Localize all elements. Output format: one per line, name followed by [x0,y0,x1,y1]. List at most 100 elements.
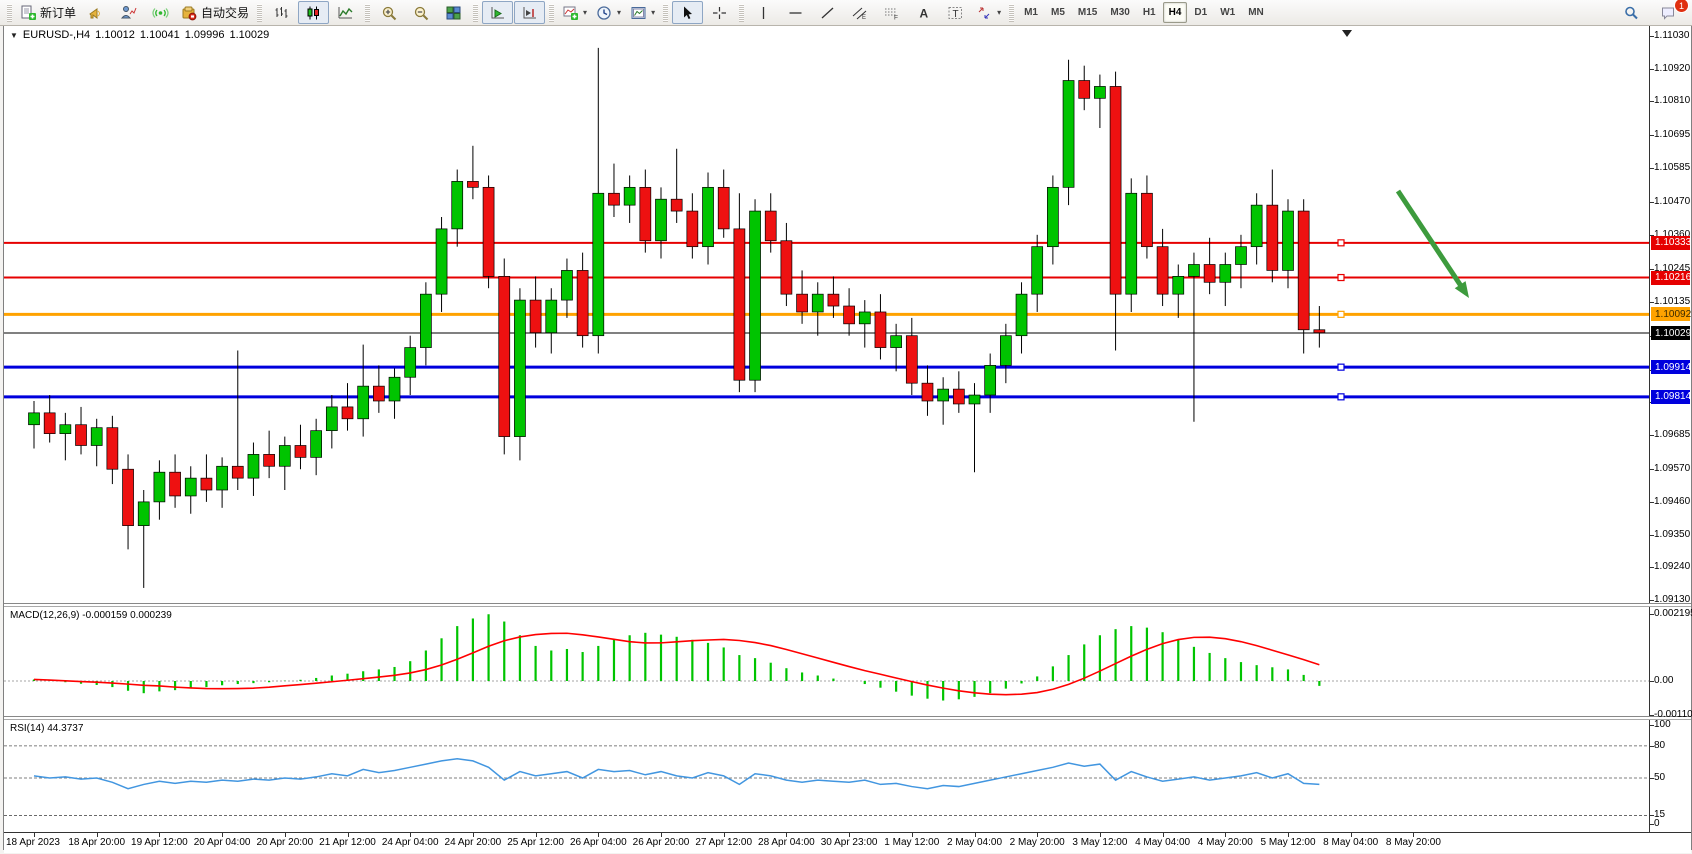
candle [452,170,463,247]
candle [467,146,478,199]
text-label-button[interactable]: T [940,1,971,24]
autoscroll-icon [489,5,506,21]
toolbar-grip[interactable] [1009,4,1014,22]
down-arrow-annotation[interactable] [1398,191,1469,298]
tf-button-m5[interactable]: M5 [1045,2,1071,23]
toolbar-grip[interactable] [365,4,370,22]
level-line-handle[interactable] [1338,311,1344,317]
indicators-button[interactable]: ▾ [558,1,591,24]
text-button[interactable]: A [908,1,939,24]
dropdown-arrow-icon[interactable]: ▾ [583,8,587,17]
zoom-in-button[interactable] [374,1,405,24]
toolbar-grip[interactable] [739,4,744,22]
tf-button-w1[interactable]: W1 [1214,2,1241,23]
bar-chart-button[interactable] [266,1,297,24]
level-line-handle[interactable] [1338,275,1344,281]
toolbar-grip[interactable] [257,4,262,22]
candle [640,170,651,253]
dropdown-arrow-icon[interactable]: ▾ [617,8,621,17]
dropdown-arrow-icon[interactable]: ▾ [997,8,1001,17]
trendline-button[interactable] [812,1,843,24]
time-label: 8 May 04:00 [1323,837,1378,848]
alerts-button[interactable] [81,1,112,24]
toolbar-grip[interactable] [7,4,12,22]
rsi-plot-area[interactable] [4,720,1649,832]
macd-plot-area[interactable] [4,607,1649,716]
macd-main-value: -0.000159 [82,610,127,621]
level-line-handle[interactable] [1338,240,1344,246]
time-label: 28 Apr 04:00 [758,837,815,848]
candle [1314,306,1325,348]
time-label: 21 Apr 12:00 [319,837,376,848]
tf-button-h1[interactable]: H1 [1137,2,1162,23]
search-button[interactable] [1616,1,1647,24]
toolbar-grip[interactable] [473,4,478,22]
button-label: 自动交易 [201,4,249,21]
periods-button[interactable]: ▾ [592,1,625,24]
crosshair-button[interactable] [704,1,735,24]
candle [1251,193,1262,264]
auto-trading-button[interactable]: 自动交易 [177,1,253,24]
dropdown-arrow-icon[interactable]: ▾ [651,8,655,17]
line-chart-button[interactable] [330,1,361,24]
level-line-handle[interactable] [1338,394,1344,400]
toolbar-grip[interactable] [549,4,554,22]
auto-scroll-button[interactable] [482,1,513,24]
macd-axis[interactable]: 0.0021950.00-0.001103 [1649,607,1691,716]
chart-collapse-icon[interactable]: ▼ [10,31,18,40]
tf-button-m15[interactable]: M15 [1072,2,1103,23]
tile-windows-icon [445,5,462,21]
time-label: 24 Apr 04:00 [382,837,439,848]
toolbar-right-icons: 1 [1616,1,1688,24]
cursor-button[interactable] [672,1,703,24]
tf-button-h4[interactable]: H4 [1163,2,1188,23]
candle [60,413,71,460]
chart-quote-open: 1.10012 [95,29,135,41]
zoom-out-button[interactable] [406,1,437,24]
chart-title: ▼ EURUSD-,H4 1.10012 1.10041 1.09996 1.1… [10,29,269,41]
candle [750,199,761,392]
candle [671,149,682,223]
candle [953,371,964,413]
level-price-box: 1.10333 [1651,236,1690,250]
vertical-line-button[interactable] [748,1,779,24]
shift-icon [521,5,538,21]
price-tick-label: 1.10920 [1654,63,1690,74]
candle [154,460,165,519]
fibonacci-button[interactable]: F [876,1,907,24]
candle [1016,282,1027,353]
chat-button[interactable]: 1 [1653,1,1684,24]
chart-quote-low: 1.09996 [185,29,225,41]
chart-shift-marker-icon[interactable] [1342,30,1352,37]
rsi-axis[interactable]: 1008050150 [1649,720,1691,832]
candlestick-plot-area[interactable] [4,26,1649,603]
candle [875,294,886,359]
new-order-button[interactable]: 新订单 [16,1,80,24]
rsi-tick-label: 0 [1654,818,1660,829]
signals-button[interactable] [145,1,176,24]
candle [185,466,196,513]
tf-button-mn[interactable]: MN [1242,2,1270,23]
toolbar-grip[interactable] [663,4,668,22]
horizontal-line-button[interactable] [780,1,811,24]
level-line-handle[interactable] [1338,364,1344,370]
tf-button-d1[interactable]: D1 [1188,2,1213,23]
arrows-button[interactable]: ▾ [972,1,1005,24]
tf-button-m30[interactable]: M30 [1104,2,1135,23]
chart-shift-button[interactable] [514,1,545,24]
price-axis[interactable]: 1.110301.109201.108101.106951.105851.104… [1649,26,1691,603]
tf-button-m1[interactable]: M1 [1018,2,1044,23]
candle [828,276,839,318]
candlestick-chart-button[interactable] [298,1,329,24]
tile-windows-button[interactable] [438,1,469,24]
main-toolbar: 新订单 自动交易 ▾ ▾ ▾ EFAT ▾ M1M5M15M30H1H4D1W1MN 1 [0,0,1692,26]
candle [624,175,635,222]
strategy-tester-button[interactable] [113,1,144,24]
candle [734,193,745,392]
templates-button[interactable]: ▾ [626,1,659,24]
signal-icon [152,5,169,21]
time-axis[interactable]: 18 Apr 202318 Apr 20:0019 Apr 12:0020 Ap… [4,832,1691,853]
fibo-icon: F [883,5,900,21]
equidistant-channel-button[interactable]: E [844,1,875,24]
candle [279,437,290,490]
